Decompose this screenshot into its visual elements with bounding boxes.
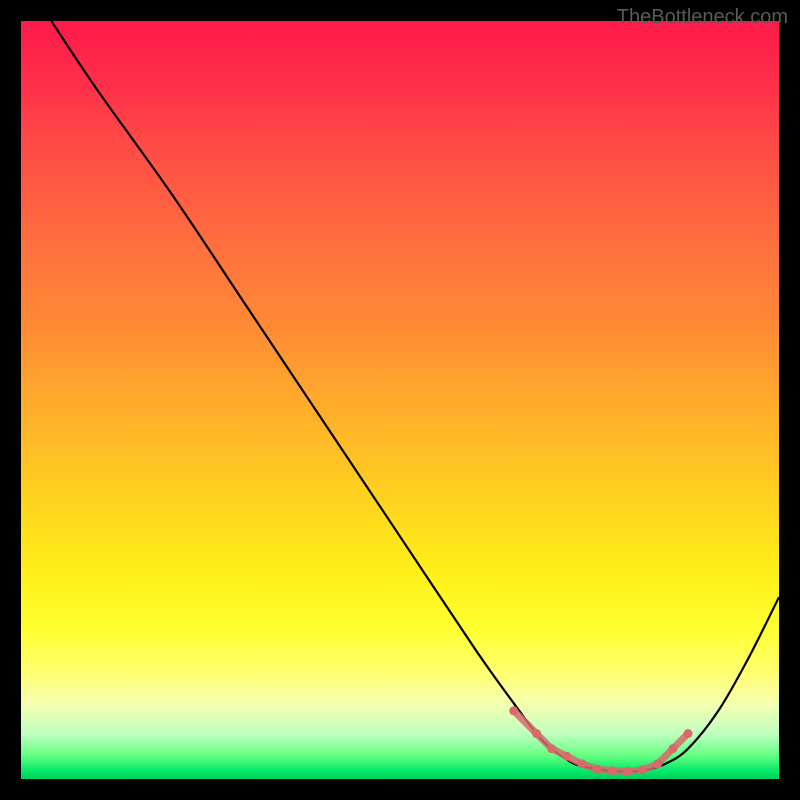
marker-dot (608, 766, 617, 775)
plot-area (21, 21, 779, 779)
marker-dot (532, 729, 541, 738)
marker-dot (577, 759, 586, 768)
marker-dot (638, 765, 647, 774)
marker-dot (684, 729, 693, 738)
marker-dot (668, 744, 677, 753)
optimal-range-markers (509, 706, 692, 776)
watermark-text: TheBottleneck.com (617, 6, 788, 29)
marker-dot (547, 744, 556, 753)
marker-dot (593, 765, 602, 774)
bottleneck-curve (51, 21, 779, 772)
marker-dot (653, 759, 662, 768)
chart-svg (21, 21, 779, 779)
marker-dot (623, 767, 632, 776)
marker-dot (562, 752, 571, 761)
marker-dot (509, 706, 518, 715)
